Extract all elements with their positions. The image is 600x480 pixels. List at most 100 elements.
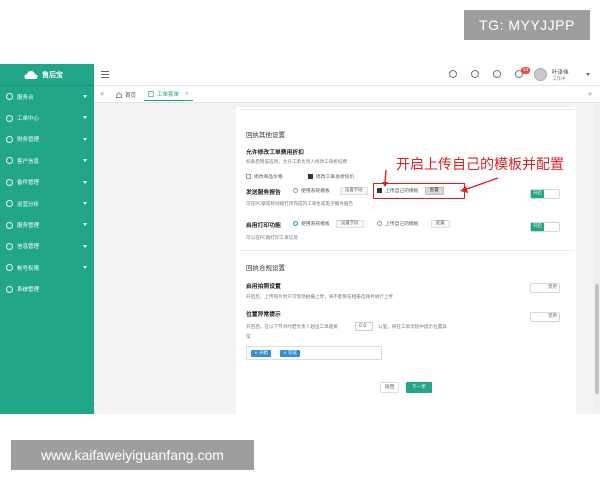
- scrollbar-thumb[interactable]: [595, 284, 599, 394]
- screenshot-root: TG: MYYJJPP 售后宝 服务台 工单中心 财务管理 客户信息 备件管理 运营分析服…: [0, 0, 600, 480]
- location-alert-desc-suffix: 公里，将在工单流程中提示位置异: [378, 325, 447, 330]
- print-toggle[interactable]: 开启: [530, 222, 560, 232]
- modify-item-price-checkbox[interactable]: [246, 174, 251, 179]
- node-tag-box[interactable]: × 开始 × 完成: [246, 346, 382, 360]
- chevron-down-icon: [83, 223, 87, 227]
- sidebar-item[interactable]: 信息管理: [0, 236, 94, 257]
- photo-setting-desc: 开启后，上传照片时只可现场拍摄上传，将不能够在相册选择并进行上传: [246, 295, 394, 300]
- brand-logo[interactable]: 售后宝: [0, 64, 94, 86]
- sidebar-item[interactable]: 系统管理: [0, 279, 94, 300]
- print-system-template-option[interactable]: 使用系统模板: [293, 220, 330, 227]
- send-report-toggle[interactable]: 开启: [530, 189, 560, 199]
- info-icon: [6, 242, 13, 250]
- sidebar-item-label: 运营分析: [17, 201, 40, 208]
- print-system-template-label: 使用系统模板: [301, 222, 330, 227]
- distance-input[interactable]: 0.0: [355, 322, 373, 331]
- tab-close-icon[interactable]: ×: [185, 91, 189, 97]
- location-alert-toggle-knob: 禁用: [548, 314, 557, 319]
- sidebar-item[interactable]: 工单中心: [0, 107, 94, 128]
- location-alert-label: 位置异常提示: [246, 312, 281, 318]
- ticket-icon: [6, 114, 13, 122]
- photo-setting-toggle-knob: 禁用: [548, 285, 557, 290]
- sidebar-item[interactable]: 运营分析: [0, 193, 94, 214]
- divider: [240, 109, 574, 110]
- top-bar: 10 叶泽伟 工作中: [94, 64, 600, 86]
- photo-setting-toggle[interactable]: 禁用: [530, 283, 560, 293]
- photo-setting-label: 启用拍照设置: [246, 284, 281, 290]
- tabs-prev-icon[interactable]: «: [100, 90, 104, 98]
- section-title: 回执合规设置: [246, 264, 285, 272]
- avatar[interactable]: [534, 68, 547, 81]
- service-icon: [6, 221, 13, 229]
- tab-work-order[interactable]: 工单套单 ×: [144, 88, 194, 101]
- section-title: 回执其他设置: [246, 131, 285, 139]
- print-desc: 可以在PC端打印工单信息: [246, 236, 298, 241]
- back-button[interactable]: 返回: [380, 382, 399, 393]
- print-own-template-option[interactable]: 上传自己的模板: [377, 220, 419, 227]
- report-set-field-button-wrap: 设置字段: [340, 187, 368, 195]
- site-watermark: www.kaifaweiyiguanfang.com: [11, 440, 254, 470]
- divider: [240, 250, 574, 251]
- print-toggle-knob: 开启: [531, 223, 544, 231]
- document-icon: [148, 91, 154, 97]
- send-report-toggle-knob: 开启: [531, 190, 544, 198]
- allow-discount-desc: 如果启用该选项，允许工单负责人修改工单折扣费: [246, 160, 348, 165]
- info-icon[interactable]: [449, 70, 457, 78]
- sidebar-item-label: 系统管理: [17, 287, 40, 294]
- tab-home[interactable]: 首页: [112, 88, 140, 101]
- send-report-desc: 可在PC端或移动端打印完成的工单生成电子服务报告: [246, 202, 354, 207]
- refresh-icon[interactable]: [471, 70, 479, 78]
- sidebar-item-label: 客户信息: [17, 158, 40, 165]
- scrollbar[interactable]: [594, 104, 600, 414]
- sidebar-item-label: 备件管理: [17, 180, 40, 187]
- modify-item-price-option[interactable]: 修改单品价格: [246, 173, 283, 180]
- analytics-icon: [6, 200, 13, 208]
- tag-start[interactable]: × 开始: [251, 350, 271, 357]
- tabs-next-icon[interactable]: »: [588, 90, 592, 98]
- sidebar-item[interactable]: 备件管理: [0, 172, 94, 193]
- print-system-template-radio[interactable]: [293, 221, 298, 226]
- brand-name: 售后宝: [42, 70, 63, 79]
- modify-total-discount-checkbox[interactable]: [308, 174, 313, 179]
- sidebar-item-label: 服务管理: [17, 223, 40, 230]
- sidebar-item-label: 信息管理: [17, 244, 40, 251]
- print-own-template-label: 上传自己的模板: [385, 222, 419, 227]
- cloud-logo-icon: [24, 70, 38, 79]
- notification-badge: 10: [521, 67, 530, 74]
- print-own-template-radio[interactable]: [377, 221, 382, 226]
- sidebar-item[interactable]: 财务管理: [0, 129, 94, 150]
- allow-discount-label: 允许修改工单费用折扣: [246, 150, 304, 156]
- print-set-field-button-wrap: 设置字段: [336, 220, 364, 228]
- menu-toggle-icon[interactable]: [101, 71, 109, 78]
- sidebar-item[interactable]: 帐号权限: [0, 257, 94, 278]
- parts-icon: [6, 178, 13, 186]
- sidebar-item-label: 财务管理: [17, 137, 40, 144]
- print-config-button[interactable]: 配置: [431, 220, 450, 228]
- chevron-down-icon: [83, 266, 87, 270]
- user-status: 工作中: [552, 77, 566, 82]
- chevron-down-icon: [83, 137, 87, 141]
- finance-icon: [6, 135, 13, 143]
- chevron-down-icon: [83, 244, 87, 248]
- next-button[interactable]: 下一步: [406, 382, 432, 393]
- user-name[interactable]: 叶泽伟: [552, 68, 569, 76]
- sidebar-item[interactable]: 服务台: [0, 86, 94, 107]
- print-set-field-button[interactable]: 设置字段: [336, 220, 364, 228]
- sidebar-item-label: 工单中心: [17, 116, 40, 123]
- sidebar-item[interactable]: 服务管理: [0, 214, 94, 235]
- sidebar-item[interactable]: 客户信息: [0, 150, 94, 171]
- report-system-template-label: 使用系统模板: [301, 189, 330, 194]
- modify-total-discount-option[interactable]: 修改工单总折扣价: [308, 173, 354, 180]
- cloud-icon[interactable]: [493, 70, 501, 78]
- tag-complete[interactable]: × 完成: [280, 350, 300, 357]
- location-alert-toggle[interactable]: 禁用: [530, 312, 560, 322]
- modify-item-price-label: 修改单品价格: [254, 175, 283, 180]
- report-system-template-radio[interactable]: [293, 188, 298, 193]
- tab-work-order-label: 工单套单: [157, 92, 180, 98]
- report-system-template-option[interactable]: 使用系统模板: [293, 187, 330, 194]
- print-config-button-wrap: 配置: [431, 220, 450, 228]
- location-alert-desc-wrap: 常: [246, 335, 251, 340]
- user-caret-icon[interactable]: [586, 73, 590, 76]
- report-set-field-button[interactable]: 设置字段: [340, 187, 368, 195]
- location-alert-desc-prefix: 开启后，在以下节点时若负责人超出工单距离: [246, 325, 338, 330]
